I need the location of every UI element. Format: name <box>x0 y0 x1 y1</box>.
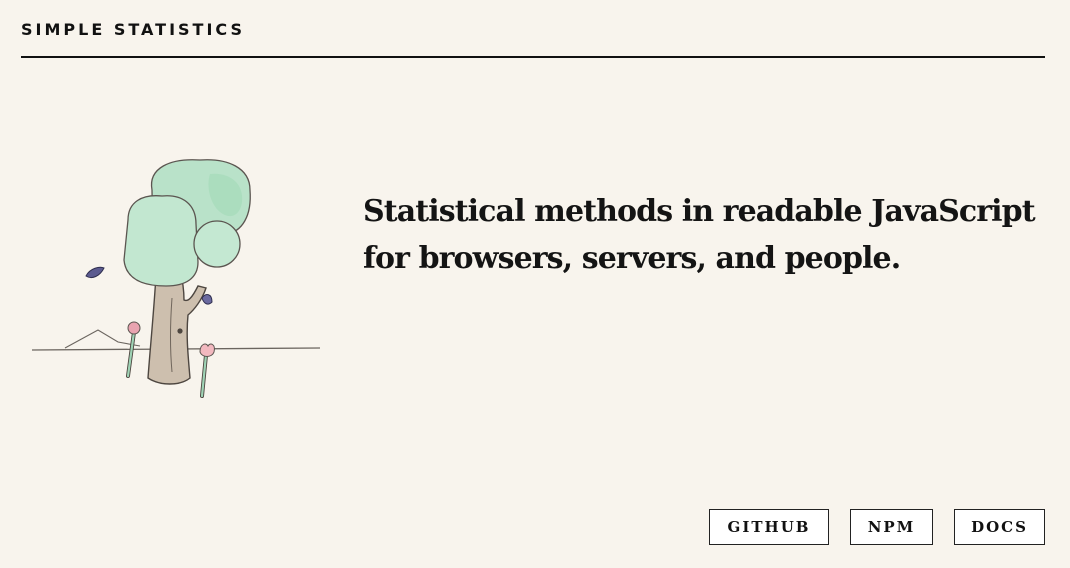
docs-link-button[interactable]: DOCS <box>954 509 1045 545</box>
npm-link-button[interactable]: NPM <box>850 509 933 545</box>
github-link-button[interactable]: GITHUB <box>709 509 829 545</box>
tree-illustration <box>20 150 350 410</box>
brand-title[interactable]: SIMPLE STATISTICS <box>21 20 245 39</box>
tagline-line-2: for browsers, servers, and people. <box>363 241 901 276</box>
nav-links: GITHUB NPM DOCS <box>0 509 1070 545</box>
tagline-line-1: Statistical methods in readable JavaScri… <box>363 194 1036 229</box>
site-header: SIMPLE STATISTICS <box>21 0 1045 58</box>
hero-tagline: Statistical methods in readable JavaScri… <box>363 188 1053 282</box>
